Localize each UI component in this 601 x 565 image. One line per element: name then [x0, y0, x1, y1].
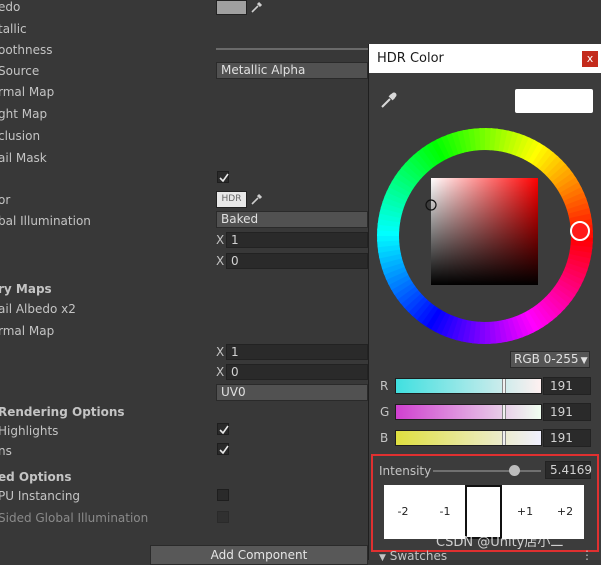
albedo-eyedropper-icon[interactable] [250, 0, 264, 16]
double-sided-gi-label: Sided Global Illumination [0, 511, 149, 525]
reflections-checkbox[interactable] [217, 443, 229, 455]
offset2-x-label: X [216, 365, 225, 379]
channel-g-value[interactable]: 191 [543, 403, 591, 421]
hue-marker[interactable] [570, 221, 590, 241]
eyedropper-icon[interactable] [379, 90, 399, 113]
albedo-label: edo [0, 0, 21, 14]
specular-highlights-label: Highlights [0, 424, 59, 438]
secondary-maps-header: ry Maps [0, 282, 52, 296]
occlusion-label: clusion [0, 129, 41, 143]
current-color-preview [515, 89, 593, 113]
window-title: HDR Color [377, 51, 444, 66]
gpu-instancing-checkbox[interactable] [217, 489, 229, 501]
exposure-swatch-minus2[interactable]: -2 [384, 485, 422, 539]
channel-r-value[interactable]: 191 [543, 377, 591, 395]
offset2-x-input[interactable]: 0 [226, 364, 368, 380]
detail-albedo-label: ail Albedo x2 [0, 302, 76, 316]
metallic-label: tallic [0, 22, 27, 36]
watermark: CSDN @Unity店小二 [436, 535, 564, 550]
channel-b-slider[interactable] [395, 430, 542, 446]
channel-r-thumb[interactable] [502, 379, 506, 393]
close-button[interactable]: x [582, 51, 598, 67]
double-sided-gi-checkbox [217, 511, 229, 523]
intensity-slider-track[interactable] [433, 470, 541, 472]
saturation-value-square[interactable] [431, 178, 538, 285]
secondary-normal-map-label: rmal Map [0, 324, 55, 338]
channel-g-thumb[interactable] [502, 405, 506, 419]
channel-b-value[interactable]: 191 [543, 429, 591, 447]
color-mode-label: RGB 0-255 [514, 352, 579, 366]
emission-checkbox[interactable] [217, 171, 229, 183]
chevron-down-icon: ▼ [580, 356, 588, 366]
swatches-label: Swatches [389, 549, 448, 563]
hue-ring-and-sv-square[interactable] [373, 124, 597, 348]
intensity-label: Intensity [379, 464, 432, 478]
channel-r-slider[interactable] [395, 378, 542, 394]
hdr-color-window: HDR Color x RGB 0-255 ▼ R 191 G 191 B 19… [368, 44, 601, 563]
rendering-options-header: Rendering Options [0, 405, 125, 419]
offset-x-input[interactable]: 0 [226, 253, 368, 269]
add-component-button[interactable]: Add Component [150, 545, 368, 565]
tiling2-x-label: X [216, 345, 225, 359]
emission-hdr-swatch[interactable]: HDR [216, 191, 247, 208]
tiling-x-label: X [216, 233, 225, 247]
intensity-value[interactable]: 5.4169 [545, 461, 592, 479]
window-titlebar[interactable]: HDR Color x [369, 44, 601, 73]
normal-map-label: rmal Map [0, 85, 55, 99]
gi-label: bal Illumination [0, 214, 91, 228]
color-mode-dropdown[interactable]: RGB 0-255 ▼ [510, 351, 590, 368]
reflections-label: ns [0, 444, 12, 458]
uv-set-dropdown[interactable]: UV0 [216, 384, 368, 401]
height-map-label: ght Map [0, 107, 48, 121]
channel-g-label: G [380, 405, 390, 419]
albedo-color-swatch[interactable] [216, 0, 247, 15]
tiling2-x-input[interactable]: 1 [226, 344, 368, 360]
gi-dropdown[interactable]: Baked [216, 211, 368, 228]
gpu-instancing-label: PU Instancing [0, 489, 81, 503]
detail-mask-label: ail Mask [0, 151, 47, 165]
smoothness-slider-track[interactable] [216, 48, 368, 50]
intensity-slider-thumb[interactable] [509, 465, 520, 476]
check-icon [219, 425, 229, 435]
tiling-x-input[interactable]: 1 [226, 232, 368, 248]
emission-eyedropper-icon[interactable] [250, 192, 264, 208]
check-icon [219, 173, 229, 183]
channel-r-label: R [380, 379, 389, 393]
source-dropdown[interactable]: Metallic Alpha [216, 62, 368, 79]
swatches-foldout[interactable]: ▼ Swatches [379, 549, 447, 563]
channel-b-label: B [380, 431, 389, 445]
emission-color-label: or [0, 193, 11, 207]
check-icon [219, 445, 229, 455]
source-label: Source [0, 64, 40, 78]
advanced-options-header: ed Options [0, 470, 72, 484]
foldout-arrow-icon: ▼ [379, 553, 386, 563]
channel-g-slider[interactable] [395, 404, 542, 420]
smoothness-label: oothness [0, 43, 53, 57]
offset-x-label: X [216, 254, 225, 268]
channel-b-thumb[interactable] [502, 431, 506, 445]
specular-highlights-checkbox[interactable] [217, 423, 229, 435]
